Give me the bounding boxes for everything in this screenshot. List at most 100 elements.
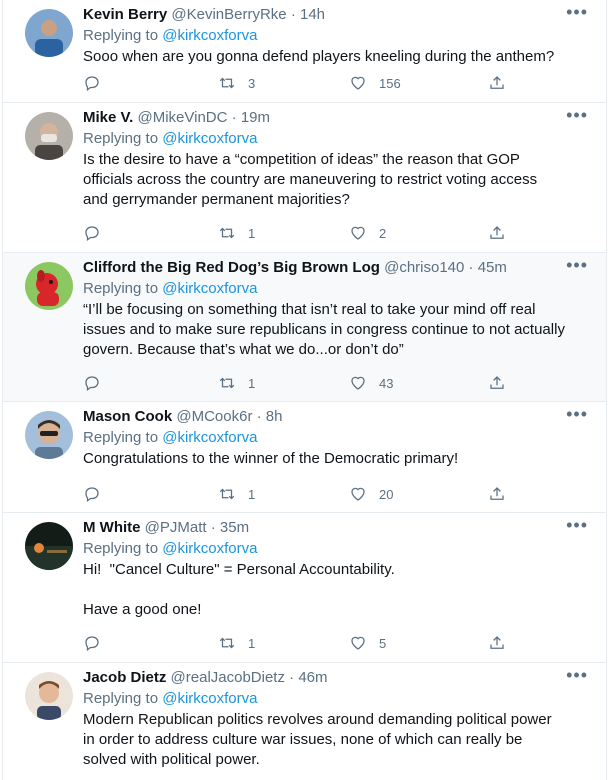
heart-icon bbox=[351, 76, 365, 90]
tweet-text: Is the desire to have a “competition of … bbox=[83, 151, 542, 208]
share-button[interactable] bbox=[488, 73, 506, 93]
separator-dot: · bbox=[468, 259, 474, 276]
like-button[interactable]: 5 bbox=[349, 633, 386, 653]
replying-to-link[interactable]: @kirkcoxforva bbox=[162, 690, 257, 707]
reply-button[interactable] bbox=[83, 223, 101, 243]
tweet-header: Kevin Berry @KevinBerryRke · 14h bbox=[83, 5, 566, 25]
retweet-icon bbox=[219, 77, 235, 89]
replying-to-link[interactable]: @kirkcoxforva bbox=[162, 429, 257, 446]
like-button[interactable]: 43 bbox=[349, 373, 393, 393]
tweet-content: Mike V. @MikeVinDC · 19m Replying to @ki… bbox=[83, 108, 566, 210]
retweet-button[interactable]: 1 bbox=[218, 223, 255, 243]
heart-icon bbox=[351, 226, 365, 240]
tweet-header: Clifford the Big Red Dog’s Big Brown Log… bbox=[83, 258, 566, 278]
tweet-text: Congratulations to the winner of the Dem… bbox=[83, 450, 459, 467]
replying-to: Replying to @kirkcoxforva bbox=[83, 689, 566, 709]
replying-to-prefix: Replying to bbox=[83, 690, 163, 707]
tweet-content: M White @PJMatt · 35m Replying to @kirkc… bbox=[83, 518, 566, 620]
tweet-text: “I’ll be focusing on something that isn’… bbox=[83, 301, 570, 358]
separator-dot: · bbox=[290, 6, 296, 23]
tweet-header: Mason Cook @MCook6r · 8h bbox=[83, 407, 566, 427]
like-button[interactable]: 156 bbox=[349, 73, 401, 93]
author-handle[interactable]: @PJMatt bbox=[145, 519, 207, 536]
retweet-icon bbox=[219, 488, 235, 500]
timestamp[interactable]: 46m bbox=[298, 669, 327, 686]
more-icon[interactable]: ••• bbox=[566, 2, 588, 22]
retweet-count: 3 bbox=[248, 75, 256, 91]
retweet-button[interactable]: 1 bbox=[218, 484, 255, 504]
tweet-actions: 1 5 bbox=[83, 633, 566, 653]
share-button[interactable] bbox=[488, 373, 506, 393]
more-icon[interactable]: ••• bbox=[566, 105, 588, 125]
tweet-actions: 1 2 bbox=[83, 223, 566, 243]
replying-to-link[interactable]: @kirkcoxforva bbox=[162, 130, 257, 147]
share-button[interactable] bbox=[488, 484, 506, 504]
avatar[interactable] bbox=[25, 411, 73, 459]
replying-to-link[interactable]: @kirkcoxforva bbox=[162, 540, 257, 557]
like-count: 2 bbox=[379, 225, 387, 241]
avatar[interactable] bbox=[25, 262, 73, 310]
tweet-actions: 1 20 bbox=[83, 484, 566, 504]
share-icon bbox=[490, 636, 504, 649]
author-name[interactable]: M White bbox=[83, 519, 141, 536]
more-icon[interactable]: ••• bbox=[566, 515, 588, 535]
more-icon[interactable]: ••• bbox=[566, 665, 588, 685]
author-handle[interactable]: @MikeVinDC bbox=[137, 109, 227, 126]
replying-to-link[interactable]: @kirkcoxforva bbox=[162, 280, 257, 297]
retweet-button[interactable]: 1 bbox=[218, 633, 255, 653]
heart-icon bbox=[351, 636, 365, 650]
timestamp[interactable]: 45m bbox=[478, 259, 507, 276]
replying-to: Replying to @kirkcoxforva bbox=[83, 26, 566, 46]
retweet-icon bbox=[219, 227, 235, 239]
tweet[interactable]: M White @PJMatt · 35m Replying to @kirkc… bbox=[3, 513, 606, 663]
like-button[interactable]: 2 bbox=[349, 223, 386, 243]
tweet[interactable]: Mike V. @MikeVinDC · 19m Replying to @ki… bbox=[3, 103, 606, 253]
reply-icon bbox=[85, 376, 99, 392]
timestamp[interactable]: 8h bbox=[266, 408, 283, 425]
share-button[interactable] bbox=[488, 223, 506, 243]
replying-to: Replying to @kirkcoxforva bbox=[83, 279, 566, 299]
timestamp[interactable]: 35m bbox=[220, 519, 249, 536]
retweet-button[interactable]: 1 bbox=[218, 373, 255, 393]
reply-button[interactable] bbox=[83, 373, 101, 393]
like-count: 20 bbox=[379, 486, 394, 502]
tweet[interactable]: Kevin Berry @KevinBerryRke · 14h Replyin… bbox=[3, 0, 606, 103]
tweet[interactable]: Mason Cook @MCook6r · 8h Replying to @ki… bbox=[3, 402, 606, 513]
retweet-button[interactable]: 3 bbox=[218, 73, 255, 93]
replying-to: Replying to @kirkcoxforva bbox=[83, 129, 566, 149]
replying-to-prefix: Replying to bbox=[83, 130, 163, 147]
tweet[interactable]: Clifford the Big Red Dog’s Big Brown Log… bbox=[3, 253, 606, 402]
author-handle[interactable]: @chriso140 bbox=[384, 259, 464, 276]
avatar[interactable] bbox=[25, 522, 73, 570]
share-button[interactable] bbox=[488, 633, 506, 653]
replying-to-prefix: Replying to bbox=[83, 280, 163, 297]
reply-button[interactable] bbox=[83, 633, 101, 653]
tweet-header: M White @PJMatt · 35m bbox=[83, 518, 566, 538]
reply-button[interactable] bbox=[83, 484, 101, 504]
author-name[interactable]: Clifford the Big Red Dog’s Big Brown Log bbox=[83, 259, 380, 276]
more-icon[interactable]: ••• bbox=[566, 255, 588, 275]
author-handle[interactable]: @KevinBerryRke bbox=[171, 6, 286, 23]
author-name[interactable]: Mason Cook bbox=[83, 408, 172, 425]
share-icon bbox=[490, 487, 504, 500]
more-icon[interactable]: ••• bbox=[566, 404, 588, 424]
tweet-content: Kevin Berry @KevinBerryRke · 14h Replyin… bbox=[83, 5, 566, 67]
timestamp[interactable]: 14h bbox=[300, 6, 325, 23]
like-button[interactable]: 20 bbox=[349, 484, 393, 504]
author-name[interactable]: Mike V. bbox=[83, 109, 133, 126]
avatar[interactable] bbox=[25, 672, 73, 720]
avatar[interactable] bbox=[25, 112, 73, 160]
author-handle[interactable]: @realJacobDietz bbox=[171, 669, 285, 686]
reply-timeline: Kevin Berry @KevinBerryRke · 14h Replyin… bbox=[2, 0, 607, 780]
author-name[interactable]: Jacob Dietz bbox=[83, 669, 166, 686]
author-name[interactable]: Kevin Berry bbox=[83, 6, 167, 23]
timestamp[interactable]: 19m bbox=[241, 109, 270, 126]
tweet-text: Hi! "Cancel Culture" = Personal Accounta… bbox=[83, 561, 395, 618]
author-handle[interactable]: @MCook6r bbox=[176, 408, 252, 425]
tweet-content: Jacob Dietz @realJacobDietz · 46m Replyi… bbox=[83, 668, 566, 770]
replying-to-link[interactable]: @kirkcoxforva bbox=[162, 27, 257, 44]
reply-button[interactable] bbox=[83, 73, 101, 93]
tweet[interactable]: Jacob Dietz @realJacobDietz · 46m Replyi… bbox=[3, 663, 606, 780]
share-icon bbox=[490, 76, 504, 89]
avatar[interactable] bbox=[25, 9, 73, 57]
